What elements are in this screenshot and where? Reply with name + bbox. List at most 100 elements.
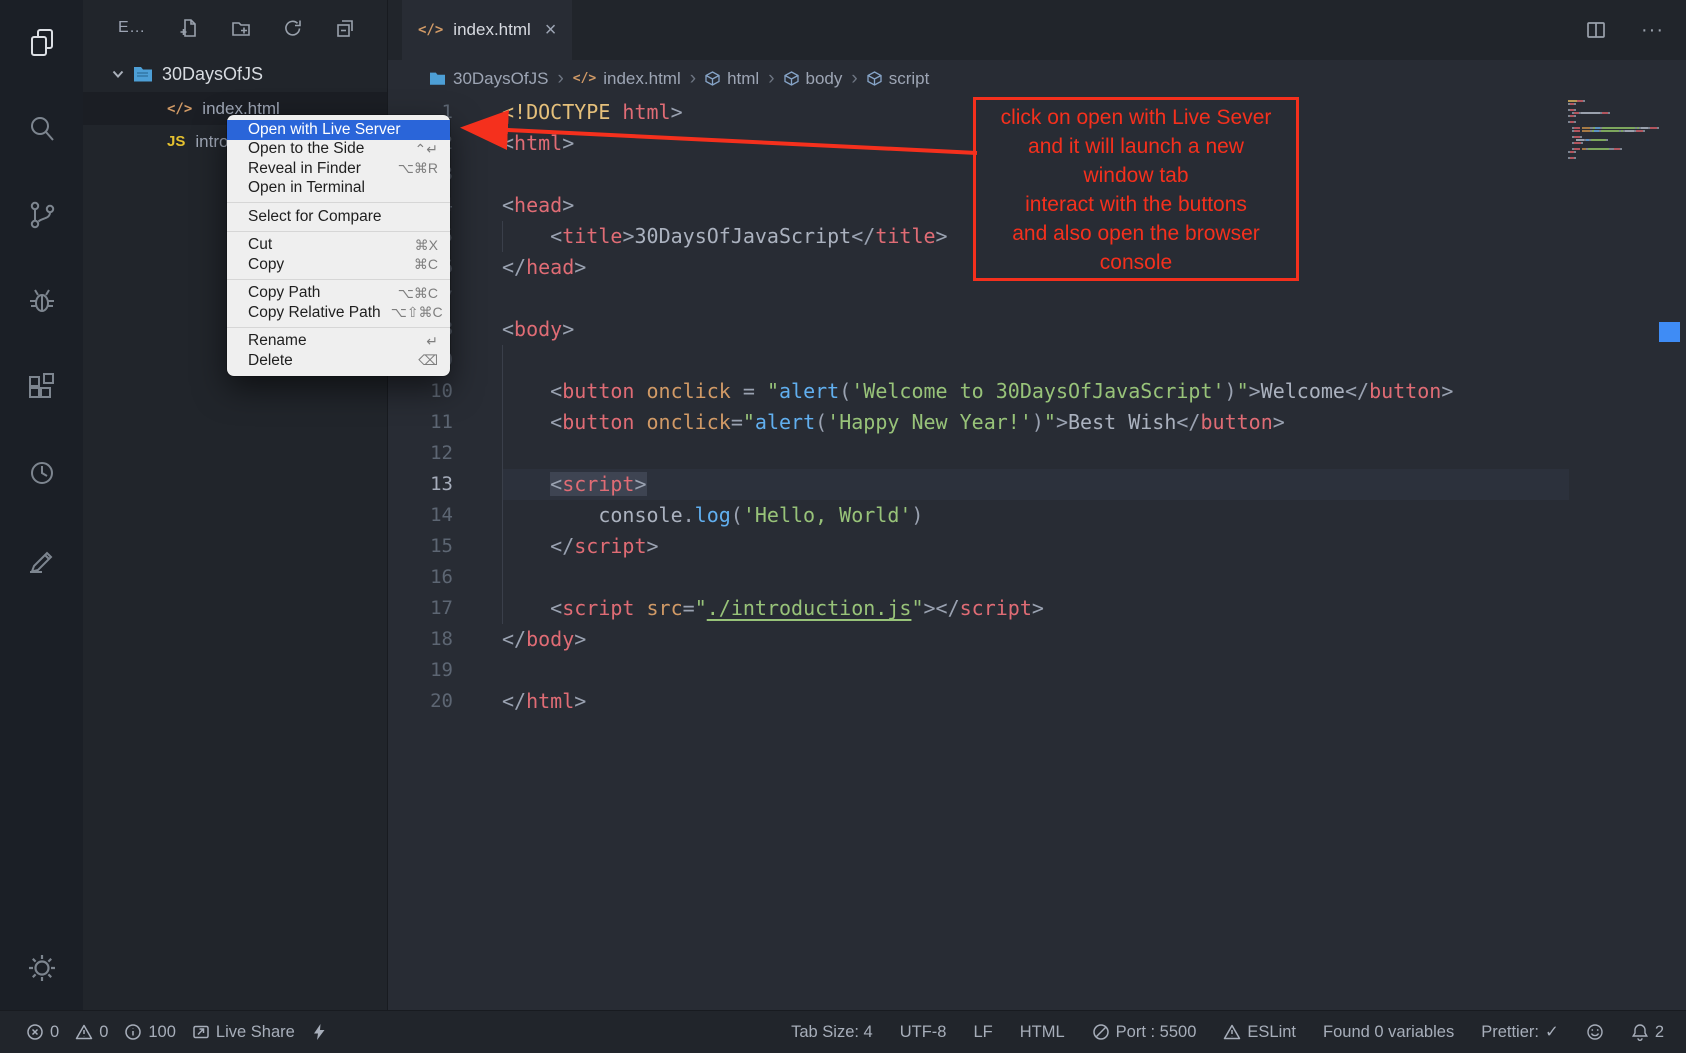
chevron-right-icon: › — [690, 68, 696, 90]
status-tab-size[interactable]: Tab Size: 4 — [791, 1023, 873, 1042]
search-icon[interactable] — [25, 112, 59, 146]
code-line-17[interactable]: 17 <script src="./introduction.js"></scr… — [388, 593, 1686, 624]
menu-item-copy-path[interactable]: Copy Path⌥⌘C — [227, 284, 450, 304]
status-eslint[interactable]: ESLint — [1223, 1023, 1296, 1042]
status-prettier[interactable]: Prettier: ✓ — [1481, 1022, 1559, 1042]
code-line-12[interactable]: 12 — [388, 438, 1686, 469]
menu-separator — [227, 327, 450, 328]
chevron-right-icon: › — [557, 68, 563, 90]
code-line-16[interactable]: 16 — [388, 562, 1686, 593]
history-icon[interactable] — [25, 456, 59, 490]
code-line-8[interactable]: 8<body> — [388, 314, 1686, 345]
breadcrumb-symbol-html[interactable]: html — [705, 69, 759, 89]
code-line-18[interactable]: 18</body> — [388, 624, 1686, 655]
menu-item-copy-relative-path[interactable]: Copy Relative Path⌥⇧⌘C — [227, 303, 450, 323]
annotation-box: click on open with Live Sever and it wil… — [973, 97, 1299, 281]
settings-gear-icon[interactable] — [25, 951, 59, 985]
collapse-all-icon[interactable] — [334, 17, 356, 39]
breadcrumb-symbol-script[interactable]: script — [867, 69, 930, 89]
line-number: 10 — [388, 376, 502, 407]
chevron-right-icon: › — [768, 68, 774, 90]
line-number: 15 — [388, 531, 502, 562]
line-number: 17 — [388, 593, 502, 624]
feedback-icon[interactable] — [25, 542, 59, 576]
menu-item-cut[interactable]: Cut⌘X — [227, 236, 450, 256]
status-live-share[interactable]: Live Share — [192, 1023, 295, 1042]
source-control-icon[interactable] — [25, 198, 59, 232]
js-file-icon: JS — [167, 133, 185, 150]
line-number: 16 — [388, 562, 502, 593]
bell-icon[interactable]: 2 — [1631, 1023, 1664, 1042]
smiley-icon[interactable] — [1586, 1023, 1604, 1041]
menu-item-copy[interactable]: Copy⌘C — [227, 255, 450, 275]
menu-item-rename[interactable]: Rename↵ — [227, 332, 450, 352]
chevron-right-icon: › — [851, 68, 857, 90]
line-number: 12 — [388, 438, 502, 469]
code-line-15[interactable]: 15 </script> — [388, 531, 1686, 562]
menu-separator — [227, 279, 450, 280]
code-line-14[interactable]: 14 console.log('Hello, World') — [388, 500, 1686, 531]
code-line-7[interactable]: 7 — [388, 283, 1686, 314]
line-number: 13 — [388, 469, 502, 500]
indent-guide — [502, 221, 503, 252]
status-variables[interactable]: Found 0 variables — [1323, 1023, 1454, 1042]
status-warnings[interactable]: 0 — [75, 1023, 108, 1042]
explorer-icon[interactable] — [25, 26, 59, 60]
chevron-down-icon — [111, 67, 125, 81]
overview-ruler-marker — [1659, 322, 1680, 342]
activity-bar — [0, 0, 83, 1010]
menu-item-open-to-the-side[interactable]: Open to the Side⌃↵ — [227, 140, 450, 160]
code-line-13[interactable]: 13 <script> — [388, 469, 1686, 500]
sidebar-title: E… — [118, 19, 146, 37]
new-file-icon[interactable] — [178, 17, 200, 39]
menu-item-select-for-compare[interactable]: Select for Compare — [227, 207, 450, 227]
run-debug-icon[interactable] — [25, 284, 59, 318]
code-line-9[interactable]: 9 — [388, 345, 1686, 376]
code-line-11[interactable]: 11 <button onclick="alert('Happy New Yea… — [388, 407, 1686, 438]
status-info[interactable]: 100 — [124, 1023, 176, 1042]
menu-item-delete[interactable]: Delete⌫ — [227, 351, 450, 371]
breadcrumb-file[interactable]: </> index.html — [573, 69, 681, 89]
status-bar: 0 0 100 Live Share Tab Size: 4 UTF-8 LF … — [0, 1010, 1686, 1053]
tree-root-30daysofjs[interactable]: 30DaysOfJS — [83, 56, 387, 92]
extensions-icon[interactable] — [25, 370, 59, 404]
menu-item-open-with-live-server[interactable]: Open with Live Server — [227, 120, 450, 140]
html-file-icon: </> — [573, 71, 596, 86]
more-actions-icon[interactable]: ··· — [1641, 19, 1664, 42]
close-icon[interactable]: × — [545, 19, 557, 42]
breadcrumb: 30DaysOfJS › </> index.html › html › bod… — [388, 60, 1686, 97]
line-number: 11 — [388, 407, 502, 438]
indent-guide — [502, 345, 503, 624]
tab-index-html[interactable]: </> index.html × — [402, 0, 572, 60]
tab-bar: </> index.html × ··· — [388, 0, 1686, 60]
menu-item-open-in-terminal[interactable]: Open in Terminal — [227, 179, 450, 199]
code-line-10[interactable]: 10 <button onclick = "alert('Welcome to … — [388, 376, 1686, 407]
html-file-icon: </> — [167, 101, 192, 117]
minimap[interactable] — [1568, 100, 1660, 159]
line-number: 19 — [388, 655, 502, 686]
menu-separator — [227, 202, 450, 203]
menu-separator — [227, 231, 450, 232]
tree-root-label: 30DaysOfJS — [162, 64, 263, 85]
status-language[interactable]: HTML — [1020, 1023, 1065, 1042]
new-folder-icon[interactable] — [230, 17, 252, 39]
line-number: 14 — [388, 500, 502, 531]
breadcrumb-folder[interactable]: 30DaysOfJS — [429, 69, 548, 89]
menu-item-reveal-in-finder[interactable]: Reveal in Finder⌥⌘R — [227, 159, 450, 179]
line-number: 20 — [388, 686, 502, 717]
code-line-20[interactable]: 20</html> — [388, 686, 1686, 717]
refresh-icon[interactable] — [282, 17, 304, 39]
check-icon: ✓ — [1545, 1022, 1559, 1042]
status-eol[interactable]: LF — [973, 1023, 992, 1042]
folder-icon — [133, 65, 153, 83]
status-errors[interactable]: 0 — [26, 1023, 59, 1042]
status-port[interactable]: Port : 5500 — [1092, 1023, 1197, 1042]
line-number: 18 — [388, 624, 502, 655]
split-editor-icon[interactable] — [1585, 19, 1607, 41]
status-encoding[interactable]: UTF-8 — [900, 1023, 947, 1042]
breadcrumb-symbol-body[interactable]: body — [784, 69, 843, 89]
code-line-19[interactable]: 19 — [388, 655, 1686, 686]
html-file-icon: </> — [418, 22, 443, 38]
lightning-icon[interactable] — [311, 1023, 327, 1041]
tab-label: index.html — [453, 20, 530, 40]
